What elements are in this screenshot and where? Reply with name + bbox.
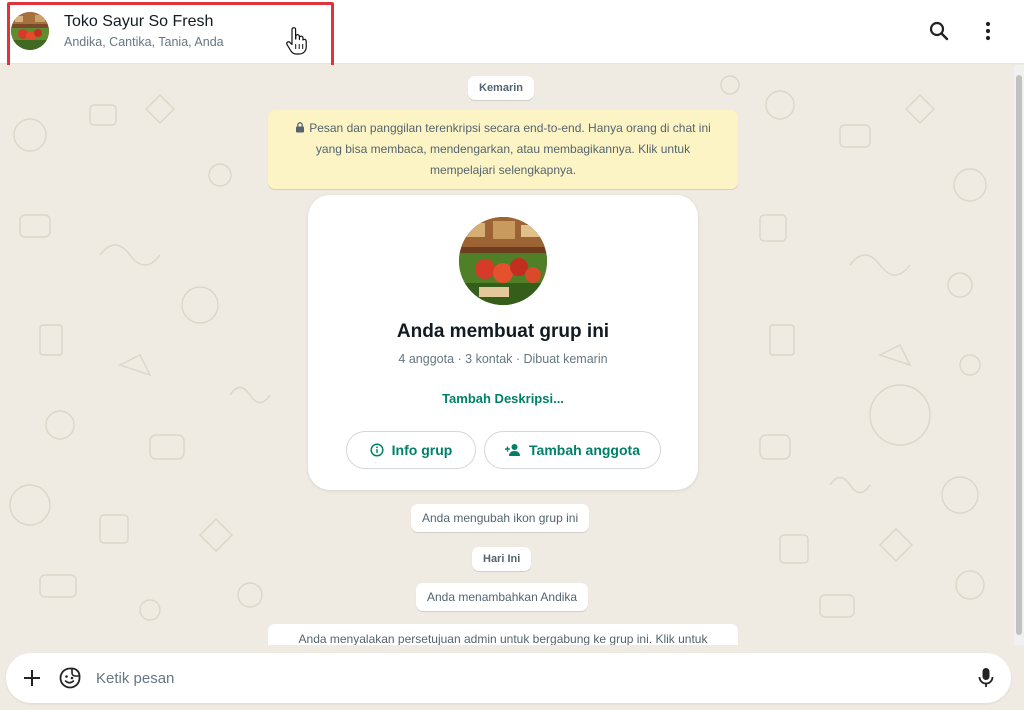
- system-message-icon-changed: Anda mengubah ikon grup ini: [411, 504, 590, 532]
- scrollbar-thumb[interactable]: [1016, 75, 1022, 635]
- sticker-icon[interactable]: [58, 666, 82, 690]
- plus-icon[interactable]: [20, 666, 44, 690]
- date-divider-today: Hari Ini: [472, 547, 532, 571]
- group-created-title: Anda membuat grup ini: [396, 321, 610, 342]
- lock-icon: [296, 122, 305, 133]
- add-member-button[interactable]: Tambah anggota: [484, 431, 661, 469]
- system-message-added-member: Anda menambahkan Andika: [416, 583, 589, 611]
- group-avatar-large[interactable]: [459, 217, 547, 305]
- group-info-button[interactable]: Info grup: [346, 431, 476, 469]
- microphone-icon[interactable]: [974, 666, 998, 690]
- add-description-link[interactable]: Tambah Deskripsi...: [308, 391, 698, 406]
- chat-header: Toko Sayur So Fresh Andika, Cantika, Tan…: [0, 0, 1024, 73]
- date-divider-yesterday: Kemarin: [468, 76, 535, 100]
- add-person-icon: [505, 444, 521, 456]
- info-icon: [370, 443, 384, 457]
- hand-pointer-cursor-icon: [285, 27, 307, 55]
- admin-approval-text: Anda menyalakan persetujuan admin untuk …: [298, 632, 708, 645]
- group-created-subtitle: 4 anggota · 3 kontak · Dibuat kemarin: [398, 352, 608, 366]
- add-member-label: Tambah anggota: [529, 442, 640, 458]
- group-created-card: Anda membuat grup ini 4 anggota · 3 kont…: [308, 195, 698, 490]
- encryption-notice[interactable]: Pesan dan panggilan terenkripsi secara e…: [268, 110, 738, 189]
- message-composer: [6, 653, 1011, 703]
- message-input[interactable]: [96, 665, 956, 691]
- chat-scrollbar[interactable]: [1014, 65, 1024, 645]
- composer-area: [0, 645, 1024, 710]
- system-message-admin-approval[interactable]: Anda menyalakan persetujuan admin untuk …: [268, 624, 738, 645]
- group-info-label: Info grup: [391, 442, 453, 458]
- search-icon[interactable]: [924, 16, 954, 46]
- kebab-menu-icon[interactable]: [973, 16, 1003, 46]
- chat-messages-area[interactable]: Kemarin Pesan dan panggilan terenkripsi …: [0, 65, 1014, 645]
- encryption-notice-text: Pesan dan panggilan terenkripsi secara e…: [309, 121, 711, 177]
